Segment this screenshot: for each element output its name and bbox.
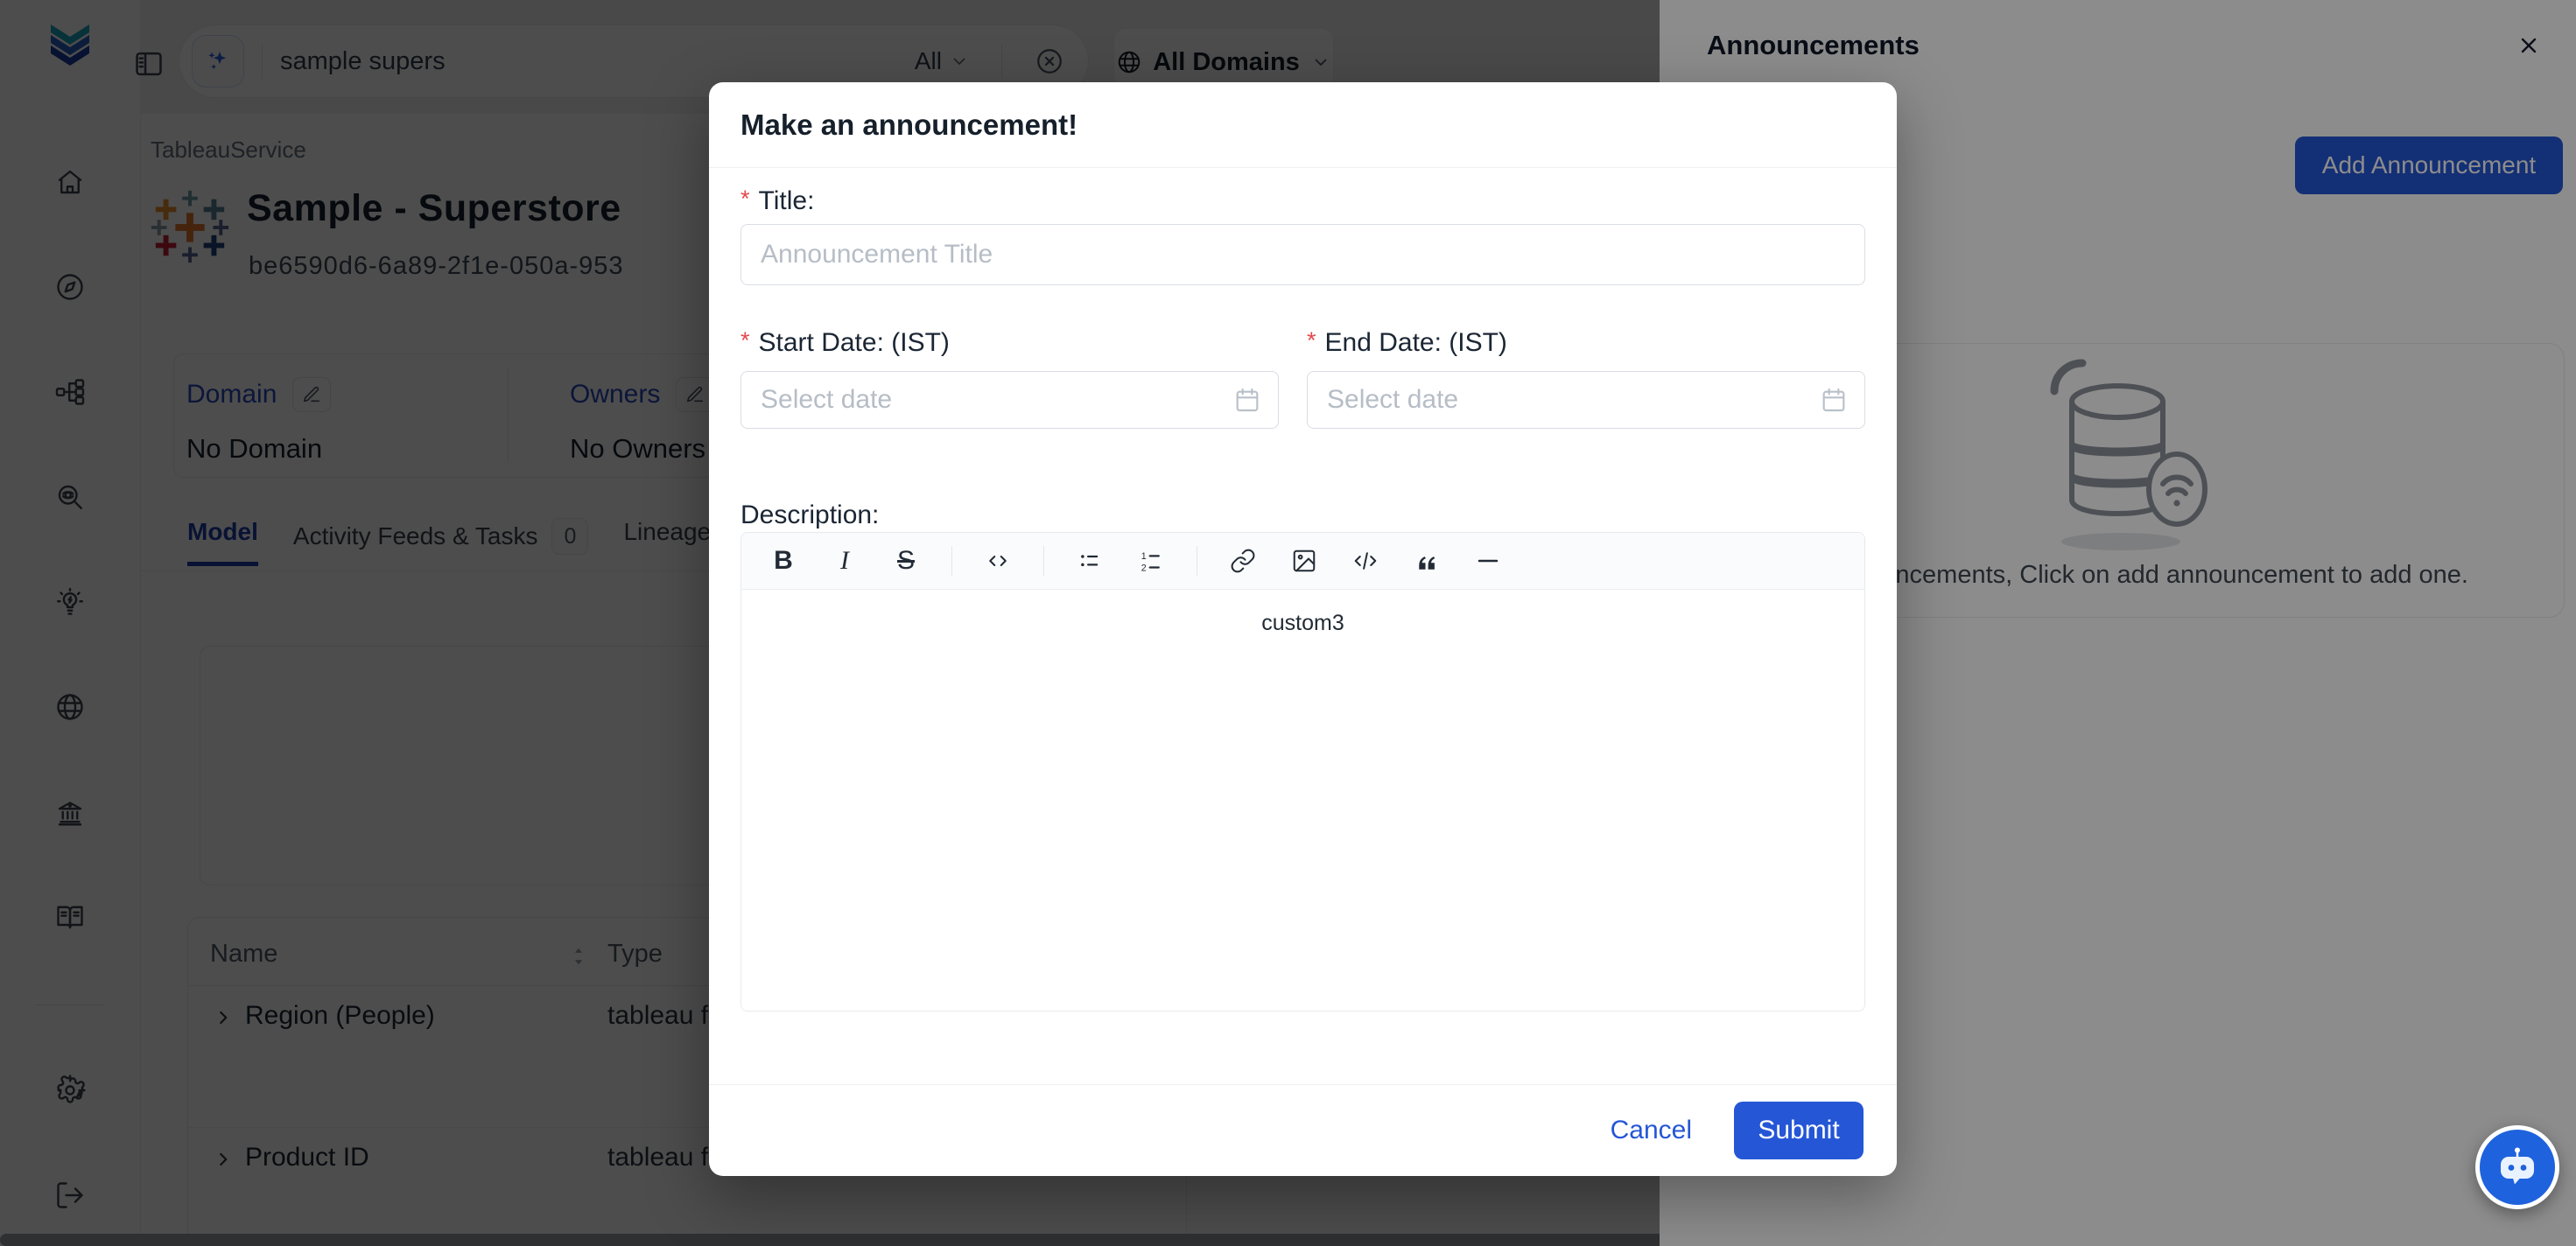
modal-footer: Cancel Submit (709, 1084, 1897, 1176)
strikethrough-icon: S (897, 548, 915, 574)
ordered-list-icon: 12 (1138, 548, 1164, 574)
inline-code-icon (985, 548, 1011, 574)
toolbar-divider (1043, 546, 1044, 576)
quote-button[interactable] (1407, 542, 1446, 580)
chatbot-button[interactable] (2475, 1125, 2559, 1209)
italic-button[interactable]: I (825, 542, 864, 580)
editor-toolbar: B I S 12 (741, 533, 1864, 590)
code-block-button[interactable] (1346, 542, 1385, 580)
ordered-list-button[interactable]: 12 (1132, 542, 1170, 580)
start-date-field (741, 371, 1279, 429)
italic-icon: I (840, 548, 849, 574)
link-button[interactable] (1224, 542, 1262, 580)
title-field-label: *Title: (741, 186, 814, 216)
required-mark: * (741, 186, 750, 212)
cancel-button[interactable]: Cancel (1611, 1116, 1692, 1145)
hr-button[interactable] (1469, 542, 1507, 580)
bold-icon: B (774, 548, 793, 574)
link-icon (1230, 548, 1256, 574)
start-date-input[interactable] (741, 371, 1279, 429)
code-block-icon (1352, 548, 1379, 574)
quote-icon (1414, 548, 1440, 574)
bullet-list-button[interactable] (1070, 542, 1109, 580)
required-mark: * (741, 327, 750, 354)
app-screen: sample supers All (0, 0, 2576, 1246)
svg-text:1: 1 (1141, 551, 1147, 562)
required-mark: * (1307, 327, 1316, 354)
description-field-label: Description: (741, 500, 879, 530)
announcement-title-input[interactable] (741, 224, 1865, 285)
image-button[interactable] (1285, 542, 1323, 580)
inline-code-button[interactable] (979, 542, 1017, 580)
bold-button[interactable]: B (764, 542, 803, 580)
end-date-input[interactable] (1307, 371, 1865, 429)
chatbot-icon (2494, 1144, 2541, 1191)
start-date-label: *Start Date: (IST) (741, 327, 950, 358)
rich-text-editor: B I S 12 custom3 (741, 532, 1865, 1012)
modal-title: Make an announcement! (741, 108, 1077, 142)
svg-text:2: 2 (1141, 563, 1147, 573)
toolbar-divider (951, 546, 952, 576)
submit-button[interactable]: Submit (1734, 1102, 1864, 1159)
editor-text[interactable]: custom3 (741, 611, 1864, 636)
modal-header: Make an announcement! (709, 82, 1897, 168)
editor-content[interactable]: custom3 (741, 590, 1864, 1012)
strikethrough-button[interactable]: S (887, 542, 925, 580)
end-date-field (1307, 371, 1865, 429)
end-date-label: *End Date: (IST) (1307, 327, 1507, 358)
image-icon (1291, 548, 1317, 574)
hr-icon (1475, 548, 1501, 574)
bullet-list-icon (1077, 548, 1103, 574)
make-announcement-modal: Make an announcement! *Title: *Start Dat… (709, 82, 1897, 1176)
